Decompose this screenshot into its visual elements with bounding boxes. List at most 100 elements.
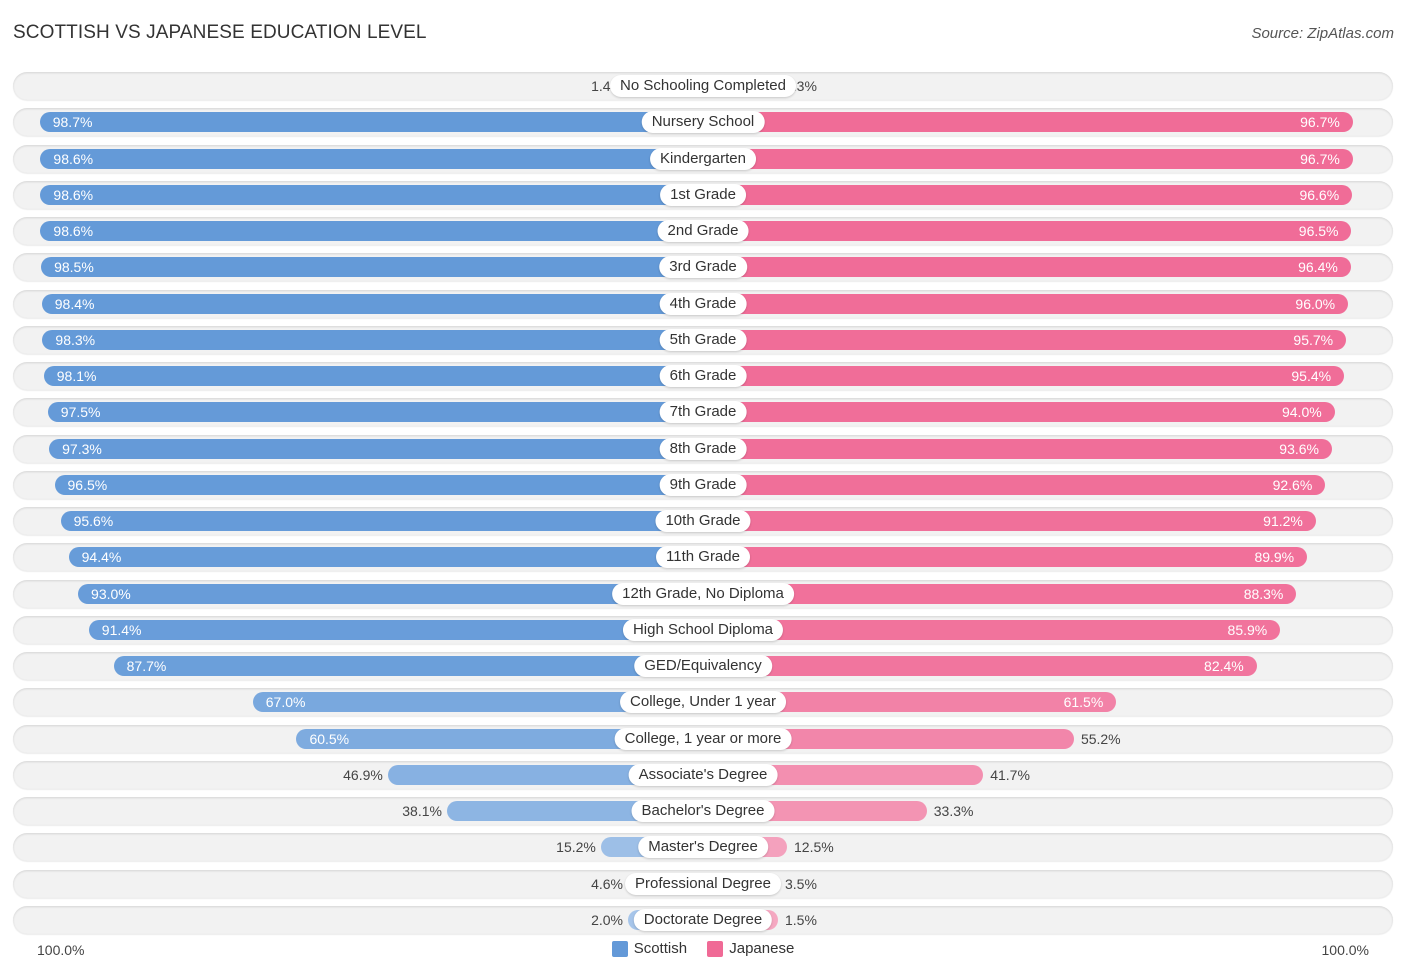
bar-scottish[interactable] <box>41 257 703 278</box>
bar-scottish[interactable] <box>54 474 703 495</box>
category-label: Nursery School <box>641 111 765 134</box>
category-label: Associate's Degree <box>628 763 778 786</box>
value-label-scottish: 67.0% <box>265 694 306 711</box>
category-label: College, Under 1 year <box>620 691 786 714</box>
value-label-scottish: 15.2% <box>556 839 596 856</box>
value-label-scottish: 96.5% <box>67 476 108 493</box>
category-label: 4th Grade <box>659 292 747 315</box>
value-label-japanese: 33.3% <box>933 803 974 819</box>
value-label-scottish: 38.1% <box>402 803 442 819</box>
bar-japanese[interactable] <box>703 511 1316 531</box>
value-label-japanese: 95.7% <box>1293 331 1334 348</box>
legend-label-japanese: Japanese <box>729 940 795 957</box>
bar-japanese[interactable] <box>703 474 1326 495</box>
category-label: 12th Grade, No Diploma <box>612 582 794 605</box>
bar-scottish[interactable] <box>40 221 703 241</box>
value-label-japanese: 88.3% <box>1243 585 1284 602</box>
legend-swatch-japanese <box>707 940 724 957</box>
value-label-scottish: 98.5% <box>54 259 94 276</box>
value-label-scottish: 98.7% <box>52 114 93 131</box>
bar-japanese[interactable] <box>703 257 1351 278</box>
bar-japanese[interactable] <box>703 293 1349 314</box>
bar-japanese[interactable] <box>703 619 1281 640</box>
category-label: 10th Grade <box>655 510 751 532</box>
value-label-japanese: 91.2% <box>1263 513 1303 529</box>
value-label-japanese: 96.5% <box>1298 223 1339 239</box>
value-label-japanese: 82.4% <box>1204 658 1244 674</box>
category-label: High School Diploma <box>622 618 784 641</box>
legend-item-scottish[interactable]: Scottish <box>611 940 688 957</box>
value-label-scottish: 98.3% <box>55 331 96 348</box>
bar-scottish[interactable] <box>78 583 703 604</box>
value-label-japanese: 92.6% <box>1272 476 1313 493</box>
value-label-japanese: 96.0% <box>1295 295 1336 312</box>
value-label-japanese: 85.9% <box>1227 621 1268 638</box>
value-label-japanese: 96.7% <box>1300 150 1340 167</box>
value-label-scottish: 4.6% <box>591 875 623 892</box>
value-label-japanese: 55.2% <box>1080 730 1121 747</box>
value-label-japanese: 96.7% <box>1300 114 1340 131</box>
bar-scottish[interactable] <box>39 112 703 133</box>
bar-japanese[interactable] <box>703 547 1308 568</box>
value-label-scottish: 91.4% <box>101 621 142 638</box>
category-label: No Schooling Completed <box>610 75 796 97</box>
legend-item-japanese[interactable]: Japanese <box>707 940 794 957</box>
value-label-japanese: 89.9% <box>1254 549 1295 566</box>
bar-japanese[interactable] <box>703 184 1353 205</box>
bar-japanese[interactable] <box>703 402 1335 423</box>
bar-scottish[interactable] <box>43 366 703 386</box>
bar-scottish[interactable] <box>49 438 703 459</box>
bar-scottish[interactable] <box>113 656 703 676</box>
legend-swatch-scottish <box>611 940 628 957</box>
category-label: Doctorate Degree <box>633 908 773 931</box>
bar-scottish[interactable] <box>60 511 703 531</box>
value-label-scottish: 98.1% <box>56 368 97 384</box>
bar-scottish[interactable] <box>68 547 703 568</box>
legend-label-scottish: Scottish <box>633 940 688 957</box>
value-label-japanese: 95.4% <box>1291 368 1332 384</box>
category-label: 11th Grade <box>656 546 750 569</box>
value-label-japanese: 61.5% <box>1063 694 1104 711</box>
value-label-scottish: 95.6% <box>73 513 114 529</box>
diverging-bar-chart: 1.4% 3.3% No Schooling Completed 98.7% 96.7%… <box>0 0 1406 975</box>
bar-japanese[interactable] <box>703 366 1345 386</box>
value-label-scottish: 60.5% <box>309 730 350 747</box>
category-label: 7th Grade <box>659 401 747 424</box>
legend: Scottish Japanese <box>0 940 1406 961</box>
category-label: 8th Grade <box>659 437 747 460</box>
value-label-scottish: 98.6% <box>53 186 94 203</box>
bar-scottish[interactable] <box>41 293 703 314</box>
category-label: 3rd Grade <box>659 256 747 279</box>
category-label: Master's Degree <box>638 836 768 859</box>
bar-scottish[interactable] <box>47 402 703 423</box>
value-label-japanese: 1.5% <box>785 911 817 928</box>
value-label-scottish: 98.6% <box>53 150 94 167</box>
value-label-japanese: 93.6% <box>1279 440 1319 457</box>
bar-japanese[interactable] <box>703 112 1353 133</box>
value-label-scottish: 94.4% <box>81 549 122 566</box>
bar-japanese[interactable] <box>703 656 1257 676</box>
bar-japanese[interactable] <box>703 148 1353 169</box>
value-label-scottish: 97.3% <box>62 440 102 457</box>
bar-scottish[interactable] <box>42 329 703 350</box>
category-label: 6th Grade <box>659 365 747 387</box>
value-label-scottish: 46.9% <box>343 766 383 783</box>
bar-japanese[interactable] <box>703 438 1332 459</box>
category-label: 5th Grade <box>659 328 747 351</box>
value-label-japanese: 41.7% <box>990 766 1030 783</box>
bar-japanese[interactable] <box>703 329 1347 350</box>
value-label-scottish: 98.4% <box>54 295 95 312</box>
value-label-japanese: 3.5% <box>785 875 817 892</box>
value-label-scottish: 2.0% <box>591 911 623 928</box>
value-label-japanese: 96.4% <box>1298 259 1338 276</box>
bar-scottish[interactable] <box>40 148 703 169</box>
bar-scottish[interactable] <box>88 619 703 640</box>
category-label: 1st Grade <box>660 183 746 206</box>
value-label-scottish: 87.7% <box>126 658 167 674</box>
category-label: 2nd Grade <box>657 220 749 242</box>
value-label-scottish: 98.6% <box>53 223 94 239</box>
value-label-japanese: 96.6% <box>1299 186 1340 203</box>
category-label: College, 1 year or more <box>614 727 792 750</box>
bar-japanese[interactable] <box>703 221 1352 241</box>
bar-scottish[interactable] <box>40 184 703 205</box>
